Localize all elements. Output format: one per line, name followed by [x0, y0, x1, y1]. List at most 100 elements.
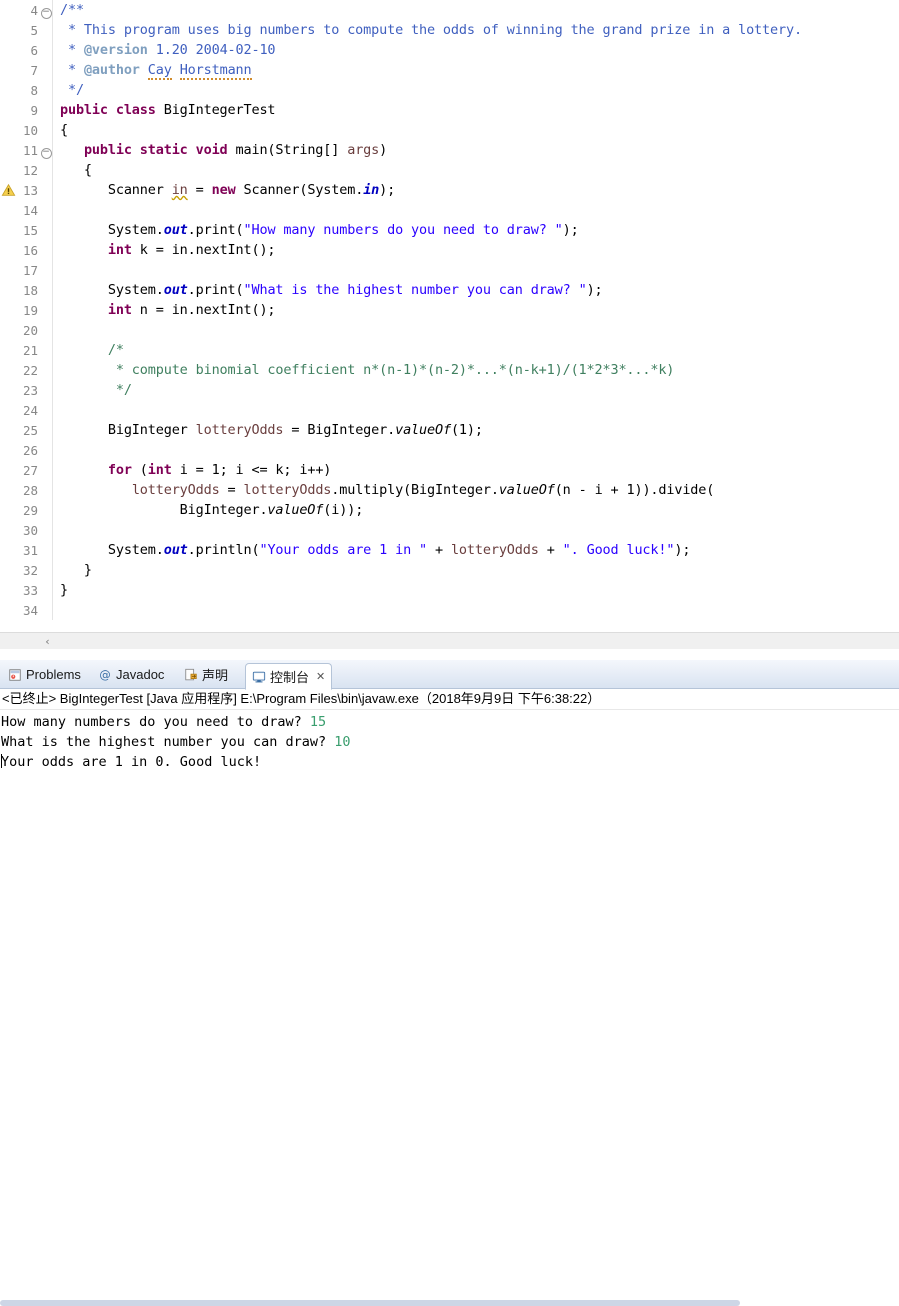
code-token: Scanner(System.: [235, 182, 364, 198]
fold-collapse-icon[interactable]: −: [40, 140, 53, 160]
code-line[interactable]: 14: [0, 200, 899, 220]
code-line[interactable]: 26: [0, 440, 899, 460]
code-token: out: [163, 222, 188, 238]
code-line[interactable]: 4−/**: [0, 0, 899, 20]
code-line[interactable]: 10 {: [0, 120, 899, 140]
close-icon[interactable]: ✕: [316, 670, 325, 683]
svg-text:@: @: [99, 668, 110, 682]
code-text[interactable]: */: [58, 380, 899, 400]
code-text[interactable]: /*: [58, 340, 899, 360]
fold-spacer: [40, 600, 53, 620]
code-text[interactable]: [58, 320, 899, 340]
tab-console[interactable]: 控制台 ✕: [245, 663, 333, 690]
code-token: "How many numbers do you need to draw? ": [243, 222, 563, 238]
fold-collapse-icon[interactable]: −: [40, 0, 53, 20]
code-line[interactable]: 20: [0, 320, 899, 340]
code-text[interactable]: [58, 600, 899, 620]
code-line[interactable]: 5 * This program uses big numbers to com…: [0, 20, 899, 40]
code-line[interactable]: 30: [0, 520, 899, 540]
editor-scroll-track[interactable]: [0, 649, 899, 1306]
code-token: }: [60, 562, 92, 578]
code-line[interactable]: 8 */: [0, 80, 899, 100]
code-line[interactable]: 21 /*: [0, 340, 899, 360]
code-text[interactable]: [58, 440, 899, 460]
code-token: =: [187, 182, 212, 198]
code-token: }: [60, 582, 68, 598]
tab-label: Problems: [26, 667, 81, 682]
code-line[interactable]: 23 */: [0, 380, 899, 400]
code-text[interactable]: * This program uses big numbers to compu…: [58, 20, 899, 40]
line-number: 12: [0, 160, 40, 180]
code-line[interactable]: 25 BigInteger lotteryOdds = BigInteger.v…: [0, 420, 899, 440]
code-text[interactable]: int n = in.nextInt();: [58, 300, 899, 320]
code-text[interactable]: [58, 200, 899, 220]
code-line[interactable]: 13 Scanner in = new Scanner(System.in);: [0, 180, 899, 200]
code-token: valueOf: [395, 422, 451, 438]
code-text[interactable]: lotteryOdds = lotteryOdds.multiply(BigIn…: [58, 480, 899, 500]
code-token: out: [163, 542, 188, 558]
code-text[interactable]: System.out.print("How many numbers do yo…: [58, 220, 899, 240]
tab-javadoc[interactable]: @ Javadoc: [92, 662, 170, 687]
code-editor-pane[interactable]: 4−/** 5 * This program uses big numbers t…: [0, 0, 899, 640]
code-line[interactable]: 12 {: [0, 160, 899, 180]
code-token: @author: [83, 62, 140, 78]
code-line[interactable]: 33}: [0, 580, 899, 600]
code-text[interactable]: {: [58, 120, 899, 140]
code-line[interactable]: 7 * @author Cay Horstmann: [0, 60, 899, 80]
code-text[interactable]: public static void main(String[] args): [58, 140, 899, 160]
editor-scroll-thumb[interactable]: [0, 1300, 740, 1306]
code-text[interactable]: BigInteger lotteryOdds = BigInteger.valu…: [58, 420, 899, 440]
code-text[interactable]: Scanner in = new Scanner(System.in);: [58, 180, 899, 200]
fold-spacer: [40, 500, 53, 520]
fold-spacer: [40, 420, 53, 440]
code-line[interactable]: 15 System.out.print("How many numbers do…: [0, 220, 899, 240]
code-token: ): [379, 142, 388, 158]
code-text[interactable]: {: [58, 160, 899, 180]
code-line[interactable]: 19 int n = in.nextInt();: [0, 300, 899, 320]
code-line[interactable]: 31 System.out.println("Your odds are 1 i…: [0, 540, 899, 560]
code-text[interactable]: * @author Cay Horstmann: [58, 60, 899, 80]
console-icon: [252, 670, 266, 684]
code-text[interactable]: */: [58, 80, 899, 100]
code-line[interactable]: 34: [0, 600, 899, 620]
code-text[interactable]: [58, 400, 899, 420]
code-line[interactable]: 28 lotteryOdds = lotteryOdds.multiply(Bi…: [0, 480, 899, 500]
editor-horizontal-scrollbar[interactable]: ‹: [0, 632, 899, 650]
code-token: public class: [60, 102, 156, 118]
tab-label: 控制台: [270, 670, 310, 685]
code-line[interactable]: 22 * compute binomial coefficient n*(n-1…: [0, 360, 899, 380]
code-line[interactable]: 6 * @version 1.20 2004-02-10: [0, 40, 899, 60]
code-line[interactable]: 24: [0, 400, 899, 420]
code-line[interactable]: 9 public class BigIntegerTest: [0, 100, 899, 120]
code-text[interactable]: [58, 520, 899, 540]
code-line[interactable]: 17: [0, 260, 899, 280]
code-text[interactable]: }: [58, 580, 899, 600]
code-text[interactable]: * @version 1.20 2004-02-10: [58, 40, 899, 60]
code-line[interactable]: 27 for (int i = 1; i <= k; i++): [0, 460, 899, 480]
code-text[interactable]: public class BigIntegerTest: [58, 100, 899, 120]
console-output-text[interactable]: How many numbers do you need to draw? 15…: [0, 710, 899, 772]
code-line[interactable]: 18 System.out.print("What is the highest…: [0, 280, 899, 300]
scroll-left-arrow-icon[interactable]: ‹: [40, 634, 55, 649]
code-line[interactable]: 16 int k = in.nextInt();: [0, 240, 899, 260]
code-text[interactable]: /**: [58, 0, 899, 20]
console-prompt-text: What is the highest number you can draw?: [1, 734, 335, 750]
code-text[interactable]: [58, 260, 899, 280]
tab-problems[interactable]: Problems: [2, 662, 87, 687]
tab-declaration[interactable]: 声明: [178, 662, 234, 687]
code-text[interactable]: }: [58, 560, 899, 580]
code-line[interactable]: 29 BigInteger.valueOf(i));: [0, 500, 899, 520]
code-text[interactable]: System.out.println("Your odds are 1 in "…: [58, 540, 899, 560]
code-line[interactable]: 32 }: [0, 560, 899, 580]
code-text[interactable]: System.out.print("What is the highest nu…: [58, 280, 899, 300]
line-number: 8: [0, 80, 40, 100]
code-text[interactable]: BigInteger.valueOf(i));: [58, 500, 899, 520]
line-number: 23: [0, 380, 40, 400]
line-number: 17: [0, 260, 40, 280]
code-text[interactable]: * compute binomial coefficient n*(n-1)*(…: [58, 360, 899, 380]
code-text[interactable]: for (int i = 1; i <= k; i++): [58, 460, 899, 480]
code-line[interactable]: 11− public static void main(String[] arg…: [0, 140, 899, 160]
code-text[interactable]: int k = in.nextInt();: [58, 240, 899, 260]
